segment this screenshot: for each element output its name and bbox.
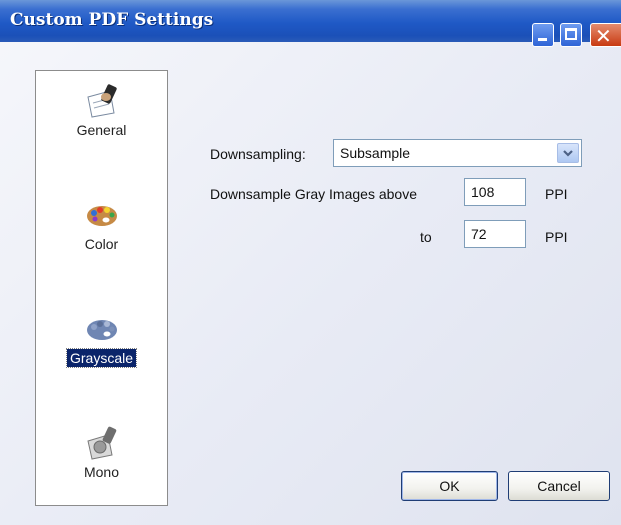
mono-icon: [86, 426, 116, 460]
ok-button[interactable]: OK: [401, 471, 498, 501]
minimize-icon: [538, 38, 547, 41]
general-settings-icon: [86, 84, 117, 118]
downsample-above-input[interactable]: 108: [464, 178, 526, 206]
sidebar-item-general[interactable]: General: [36, 83, 167, 140]
category-sidebar: General Color Grayscale Mono: [35, 70, 168, 506]
downsample-above-label: Downsample Gray Images above: [210, 186, 417, 202]
close-icon: ✕: [595, 24, 612, 48]
downsampling-label: Downsampling:: [210, 146, 306, 162]
color-palette-icon: [86, 206, 117, 226]
downsampling-select[interactable]: Subsample: [333, 139, 582, 167]
downsampling-select-value: Subsample: [340, 145, 411, 161]
sidebar-item-label: General: [76, 122, 127, 138]
sidebar-item-label: Grayscale: [65, 348, 138, 368]
ppi-unit-label: PPI: [545, 229, 568, 245]
maximize-button[interactable]: [560, 23, 582, 47]
sidebar-item-color[interactable]: Color: [36, 197, 167, 254]
grayscale-palette-icon: [86, 320, 117, 340]
downsample-to-label: to: [420, 229, 432, 245]
title-bar[interactable]: Custom PDF Settings ✕: [0, 0, 621, 48]
ppi-unit-label: PPI: [545, 186, 568, 202]
window-title: Custom PDF Settings: [10, 10, 214, 30]
minimize-button[interactable]: [532, 23, 554, 47]
sidebar-item-label: Mono: [83, 464, 120, 480]
custom-pdf-settings-dialog: Custom PDF Settings ✕ General Color Gray…: [0, 0, 621, 525]
cancel-button[interactable]: Cancel: [508, 471, 610, 501]
dropdown-button[interactable]: [557, 143, 579, 163]
maximize-icon: [565, 28, 577, 40]
sidebar-item-grayscale[interactable]: Grayscale: [36, 311, 167, 368]
sidebar-item-mono[interactable]: Mono: [36, 425, 167, 482]
chevron-down-icon: [563, 150, 573, 157]
sidebar-item-label: Color: [84, 236, 119, 252]
close-button[interactable]: ✕: [590, 23, 621, 48]
downsample-to-input[interactable]: 72: [464, 220, 526, 248]
